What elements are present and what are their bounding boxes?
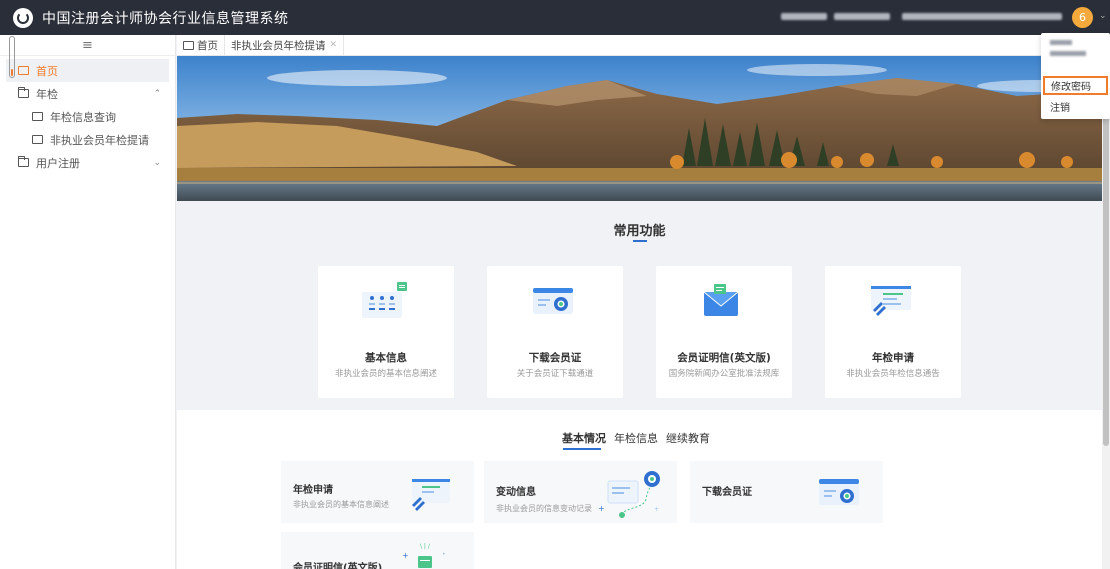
download-certificate-icon [819,479,859,505]
tab-annual-check-info[interactable]: 年检信息 [614,430,658,446]
card-title: 会员证明信(英文版) [293,563,383,569]
home-page-icon [18,66,29,75]
annual-check-icon [871,286,911,316]
sidebar-item-label: 首页 [36,64,58,78]
sidebar-item-home[interactable]: 首页 [6,59,169,82]
chevron-up-icon: ⌃ [153,88,161,99]
info-card-change-info[interactable]: 变动信息 非执业会员的信息变动记录 + + [484,461,677,523]
svg-text:+: + [654,506,659,513]
card-title: 下载会员证 [702,487,752,498]
quick-card-membership-letter-en[interactable]: 会员证明信(英文版) 国务院新闻办公室批准法规库 [656,266,792,398]
envelope-icon: + \ | / • [402,543,446,568]
annual-check-icon [412,479,450,511]
info-section: 基本情况 年检信息 继续教育 年检申请 非执业会员的基本信息阐述 变动信息 非执… [177,410,1102,569]
tab-basic-status[interactable]: 基本情况 [562,430,606,446]
document-icon [32,112,43,121]
sidebar-item-user-register[interactable]: 用户注册 ⌄ [0,151,175,174]
info-card-download-certificate[interactable]: 下载会员证 [690,461,883,523]
sidebar-item-nonpractice-annual-check[interactable]: 非执业会员年检提请 [0,128,175,151]
active-tab-underline [563,448,601,450]
user-name-blurred [1050,40,1072,45]
info-card-membership-letter-en[interactable]: 会员证明信(英文版) + \ | / • [281,532,474,569]
change-info-icon: + + [598,471,660,518]
app-title: 中国注册会计师协会行业信息管理系统 [42,10,289,27]
user-org-info-blurred [781,13,827,20]
folder-icon [18,87,29,98]
close-icon[interactable]: ✕ [330,40,338,50]
tab-label: 首页 [197,39,218,52]
card-desc: 国务院新闻办公室批准法规库 [668,369,780,379]
quick-card-download-certificate[interactable]: 下载会员证 关于会员证下载通道 [487,266,623,398]
user-dropdown-menu: 修改密码 注销 [1041,33,1110,119]
sidebar-item-annual-check[interactable]: 年检 ⌃ [0,82,175,105]
section-title-underline [633,240,647,242]
card-title: 基本信息 [365,352,407,364]
card-desc: 非执业会员年检信息通告 [846,369,940,379]
section-title: 常用功能 [613,224,666,239]
svg-text:•: • [442,551,446,558]
change-password-menu-item[interactable]: 修改密码 [1043,76,1108,95]
card-title: 变动信息 [496,487,536,498]
home-page-icon [183,40,194,50]
tab-home[interactable]: 首页 [177,34,225,56]
main-content: 常用功能 基本信息 非执业会员的基本信息阐述 下载会员证 关于会员证下载通道 会… [177,201,1102,569]
card-desc: 非执业会员的基本信息阐述 [293,500,389,509]
svg-text:\ | /: \ | / [420,543,431,550]
card-desc: 关于会员证下载通道 [516,369,594,379]
user-name-info-blurred [902,13,1062,20]
sidebar-item-label: 年检信息查询 [50,110,116,124]
sidebar: ≡ 首页 年检 ⌃ 年检信息查询 非执业会员年检提请 用户注册 ⌄ [0,35,176,569]
card-title: 年检申请 [872,352,914,364]
menu-toggle-icon[interactable]: ≡ [0,35,175,56]
tab-continuing-education[interactable]: 继续教育 [666,430,710,446]
tab-bar: 首页 非执业会员年检提请 ✕ [177,34,1110,56]
card-title: 会员证明信(英文版) [677,352,771,364]
card-desc: 非执业会员的基本信息阐述 [334,369,437,379]
user-id-info-blurred [834,13,890,20]
logo-icon [13,7,33,28]
user-id-blurred [1050,51,1086,56]
tab-label: 非执业会员年检提请 [231,39,326,52]
folder-icon [18,156,29,167]
chevron-down-icon: ⌄ [153,157,161,168]
card-title: 下载会员证 [528,352,582,364]
document-icon [32,135,43,144]
download-certificate-icon [533,288,573,314]
landscape-banner-image [177,56,1102,201]
sidebar-item-label: 年检 [36,87,58,101]
sidebar-item-annual-check-query[interactable]: 年检信息查询 [0,105,175,128]
envelope-icon [703,284,739,316]
notification-badge[interactable]: 6 [1072,7,1093,28]
svg-text:+: + [598,504,605,513]
main-scrollbar[interactable] [1102,56,1110,569]
card-desc: 非执业会员的信息变动记录 [496,504,592,513]
sidebar-item-label: 非执业会员年检提请 [50,133,149,147]
quick-card-annual-check-apply[interactable]: 年检申请 非执业会员年检信息通告 [825,266,961,398]
svg-text:+: + [402,551,409,560]
sidebar-item-label: 用户注册 [36,156,80,170]
logout-menu-item[interactable]: 注销 [1041,97,1110,116]
card-title: 年检申请 [293,485,333,496]
sidebar-scroll-indicator[interactable] [9,36,15,78]
info-card-annual-check-apply[interactable]: 年检申请 非执业会员的基本信息阐述 [281,461,474,523]
basic-info-icon [362,282,407,318]
tab-nonpractice-annual-check[interactable]: 非执业会员年检提请 ✕ [225,34,345,56]
chevron-down-icon[interactable]: ⌄ [1099,11,1107,21]
top-header: 中国注册会计师协会行业信息管理系统 6 ⌄ [0,0,1110,35]
quick-card-basic-info[interactable]: 基本信息 非执业会员的基本信息阐述 [318,266,454,398]
